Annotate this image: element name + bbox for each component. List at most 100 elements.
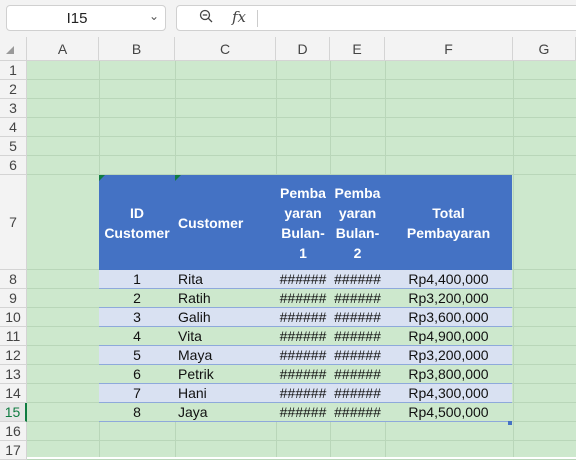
table-row[interactable]: 8 Jaya ###### ###### Rp4,500,000 — [99, 403, 512, 422]
cell-payment-month-2[interactable]: ###### — [330, 327, 385, 345]
formula-divider — [257, 10, 258, 27]
cell-total-payment[interactable]: Rp3,200,000 — [385, 346, 512, 364]
row-header-1[interactable]: 1 — [0, 61, 27, 80]
cell-id[interactable]: 2 — [99, 289, 175, 307]
cell-customer[interactable]: Jaya — [175, 403, 276, 421]
table-resize-handle[interactable] — [508, 421, 512, 425]
error-indicator[interactable] — [99, 175, 105, 181]
row-gridline — [27, 136, 576, 137]
table-row[interactable]: 2 Ratih ###### ###### Rp3,200,000 — [99, 289, 512, 308]
column-header-g[interactable]: G — [513, 37, 576, 61]
row-header-13[interactable]: 13 — [0, 365, 27, 384]
cell-id[interactable]: 4 — [99, 327, 175, 345]
cell-total-payment[interactable]: Rp4,900,000 — [385, 327, 512, 345]
row-gridline — [27, 440, 576, 441]
row-header-17[interactable]: 17 — [0, 441, 27, 460]
select-all-icon — [6, 46, 14, 54]
cell-id[interactable]: 7 — [99, 384, 175, 402]
row-header-8[interactable]: 8 — [0, 270, 27, 289]
cell-payment-month-2[interactable]: ###### — [330, 289, 385, 307]
header-id-customer[interactable]: ID Customer — [99, 175, 175, 270]
column-header-f[interactable]: F — [385, 37, 513, 61]
cell-total-payment[interactable]: Rp3,200,000 — [385, 289, 512, 307]
cell-payment-month-2[interactable]: ###### — [330, 270, 385, 288]
row-gridline — [27, 98, 576, 99]
column-header-d[interactable]: D — [276, 37, 330, 61]
cell-payment-month-1[interactable]: ###### — [276, 327, 330, 345]
cell-id[interactable]: 3 — [99, 308, 175, 326]
row-header-12[interactable]: 12 — [0, 346, 27, 365]
cell-payment-month-1[interactable]: ###### — [276, 270, 330, 288]
cell-payment-month-1[interactable]: ###### — [276, 346, 330, 364]
row-gridline — [27, 155, 576, 156]
cell-customer[interactable]: Hani — [175, 384, 276, 402]
name-box[interactable]: I15 ⌄ — [6, 5, 166, 31]
chevron-down-icon[interactable]: ⌄ — [149, 9, 159, 23]
cell-total-payment[interactable]: Rp4,400,000 — [385, 270, 512, 288]
formula-bar-area: fx — [176, 5, 576, 31]
row-header-14[interactable]: 14 — [0, 384, 27, 403]
table-row[interactable]: 1 Rita ###### ###### Rp4,400,000 — [99, 270, 512, 289]
cell-payment-month-2[interactable]: ###### — [330, 384, 385, 402]
table-row[interactable]: 5 Maya ###### ###### Rp3,200,000 — [99, 346, 512, 365]
column-header-e[interactable]: E — [330, 37, 385, 61]
row-header-4[interactable]: 4 — [0, 118, 27, 137]
cell-total-payment[interactable]: Rp4,500,000 — [385, 403, 512, 421]
row-header-7[interactable]: 7 — [0, 175, 27, 270]
table-header: ID Customer Customer Pemba yaran Bulan- 1 Pe… — [99, 175, 512, 270]
row-header-3[interactable]: 3 — [0, 99, 27, 118]
sheet-cells[interactable]: ID Customer Customer Pemba yaran Bulan- 1 Pe… — [27, 61, 576, 460]
cell-customer[interactable]: Maya — [175, 346, 276, 364]
cell-customer[interactable]: Petrik — [175, 365, 276, 383]
cell-payment-month-1[interactable]: ###### — [276, 365, 330, 383]
table-row[interactable]: 6 Petrik ###### ###### Rp3,800,000 — [99, 365, 512, 384]
column-header-c[interactable]: C — [175, 37, 276, 61]
column-header-a[interactable]: A — [27, 37, 99, 61]
header-payment-month-2[interactable]: Pemba yaran Bulan- 2 — [330, 175, 385, 270]
row-header-15[interactable]: 15 — [0, 403, 27, 422]
cell-total-payment[interactable]: Rp3,600,000 — [385, 308, 512, 326]
row-gridline — [27, 79, 576, 80]
cell-payment-month-2[interactable]: ###### — [330, 346, 385, 364]
row-gridline — [27, 117, 576, 118]
spreadsheet-grid: A B C D E F G 1 2 3 4 5 6 7 8 9 10 11 12 13 14 15 16 17 … — [0, 37, 576, 460]
cell-total-payment[interactable]: Rp4,300,000 — [385, 384, 512, 402]
cell-id[interactable]: 6 — [99, 365, 175, 383]
cell-id[interactable]: 5 — [99, 346, 175, 364]
row-header-2[interactable]: 2 — [0, 80, 27, 99]
cell-payment-month-2[interactable]: ###### — [330, 308, 385, 326]
table-row[interactable]: 4 Vita ###### ###### Rp4,900,000 — [99, 327, 512, 346]
header-payment-month-1[interactable]: Pemba yaran Bulan- 1 — [276, 175, 330, 270]
column-header-b[interactable]: B — [99, 37, 175, 61]
name-box-value: I15 — [66, 10, 88, 27]
cell-customer[interactable]: Vita — [175, 327, 276, 345]
cell-customer[interactable]: Ratih — [175, 289, 276, 307]
row-header-9[interactable]: 9 — [0, 289, 27, 308]
cell-payment-month-1[interactable]: ###### — [276, 384, 330, 402]
row-header-10[interactable]: 10 — [0, 308, 27, 327]
cell-payment-month-1[interactable]: ###### — [276, 403, 330, 421]
formula-input[interactable] — [263, 10, 576, 27]
table-row[interactable]: 3 Galih ###### ###### Rp3,600,000 — [99, 308, 512, 327]
table-row[interactable]: 7 Hani ###### ###### Rp4,300,000 — [99, 384, 512, 403]
cell-payment-month-2[interactable]: ###### — [330, 403, 385, 421]
row-header-5[interactable]: 5 — [0, 137, 27, 156]
row-header-16[interactable]: 16 — [0, 422, 27, 441]
cell-customer[interactable]: Rita — [175, 270, 276, 288]
cell-id[interactable]: 8 — [99, 403, 175, 421]
row-header-6[interactable]: 6 — [0, 156, 27, 175]
error-indicator[interactable] — [175, 175, 181, 181]
cell-total-payment[interactable]: Rp3,800,000 — [385, 365, 512, 383]
cell-payment-month-1[interactable]: ###### — [276, 308, 330, 326]
cell-payment-month-2[interactable]: ###### — [330, 365, 385, 383]
zoom-out-icon[interactable] — [199, 9, 213, 23]
cell-customer[interactable]: Galih — [175, 308, 276, 326]
row-header-11[interactable]: 11 — [0, 327, 27, 346]
select-all-button[interactable] — [0, 37, 27, 61]
formula-bar: I15 ⌄ fx — [0, 0, 576, 37]
cell-id[interactable]: 1 — [99, 270, 175, 288]
cell-payment-month-1[interactable]: ###### — [276, 289, 330, 307]
header-total-payment[interactable]: Total Pembayaran — [385, 175, 512, 270]
function-icon[interactable]: fx — [232, 8, 246, 26]
header-customer[interactable]: Customer — [175, 175, 276, 270]
